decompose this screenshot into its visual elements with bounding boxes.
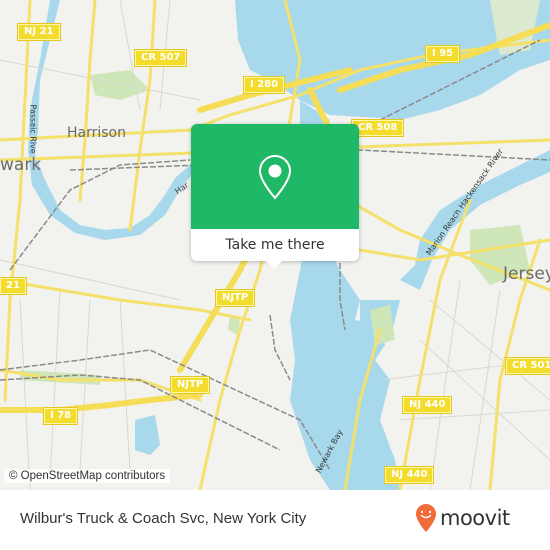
location-popup[interactable]: Take me there (191, 124, 359, 269)
road-shield-i78: I 78 (44, 408, 78, 424)
moovit-wordmark: moovit (440, 506, 510, 530)
road-shield-i95: I 95 (426, 46, 460, 62)
map-attribution[interactable]: © OpenStreetMap contributors (4, 469, 171, 483)
road-shield-nj21-left: 21 (0, 278, 26, 294)
take-me-there-label: Take me there (225, 237, 325, 253)
place-label-jersey-city: Jersey (503, 264, 550, 284)
road-shield-cr507: CR 507 (135, 50, 187, 66)
map-view[interactable]: Harrison wark Jersey Passaic Rive Marion… (0, 0, 550, 490)
place-title: Wilbur's Truck & Coach Svc, New York Cit… (20, 510, 307, 527)
take-me-there-button[interactable]: Take me there (191, 229, 359, 261)
road-shield-nj440-upper: NJ 440 (403, 397, 452, 413)
road-shield-nj21: NJ 21 (18, 24, 60, 40)
road-shield-cr501: CR 501 (506, 358, 550, 374)
popup-header (191, 124, 359, 229)
road-shield-cr508: CR 508 (352, 120, 404, 136)
park-1 (90, 70, 150, 100)
water-newark-bay-lower (290, 245, 400, 490)
moovit-pin-icon (416, 504, 436, 532)
road-shield-njtp-center: NJTP (216, 290, 255, 306)
place-label-newark: wark (0, 155, 42, 175)
water-label-passaic: Passaic Rive (28, 104, 38, 154)
popup-pointer (265, 260, 283, 269)
road-shield-i280: I 280 (244, 77, 285, 93)
footer-bar: Wilbur's Truck & Coach Svc, New York Cit… (0, 490, 550, 550)
moovit-logo[interactable]: moovit (415, 503, 510, 533)
water-port-channel (135, 415, 160, 455)
road-shield-njtp-lower: NJTP (171, 377, 210, 393)
place-label-harrison: Harrison (67, 125, 126, 141)
road-shield-nj440-lower: NJ 440 (385, 467, 434, 483)
location-pin-icon (258, 154, 292, 200)
